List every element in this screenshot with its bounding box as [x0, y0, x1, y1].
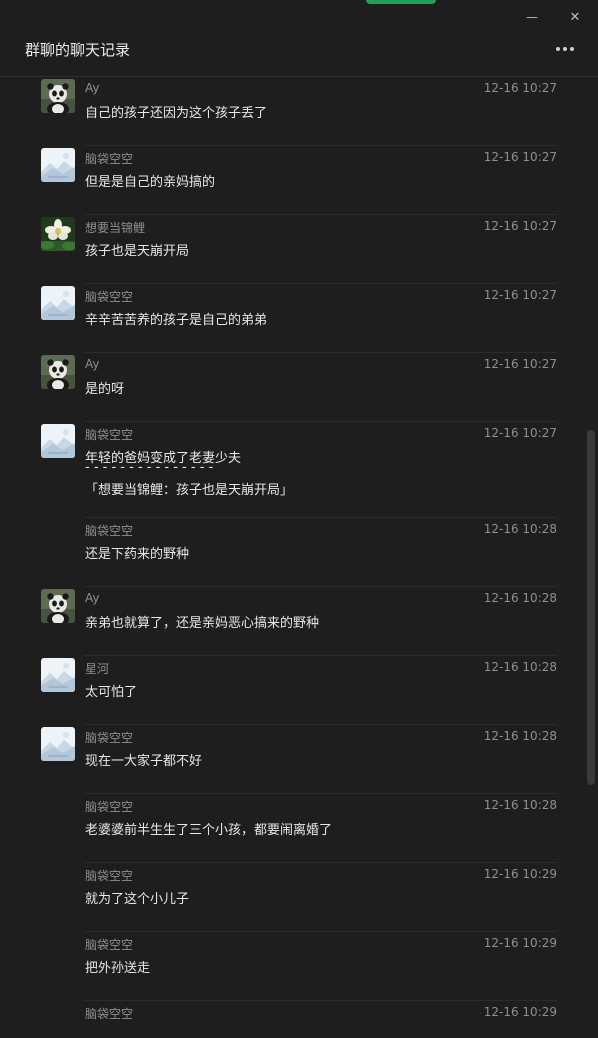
- message-item[interactable]: 脑袋空空 12-16 10:27 但是是自己的亲妈搞的: [0, 145, 598, 215]
- message-text: 自己的孩子还因为这个孩子丢了: [85, 106, 268, 121]
- message-timestamp: 12-16 10:28: [483, 660, 557, 674]
- message-divider: [85, 1000, 557, 1001]
- message-divider: [85, 862, 557, 863]
- message-item[interactable]: Ay 12-16 10:28 亲弟也就算了，还是亲妈恶心搞来的野种: [0, 586, 598, 656]
- minimize-button[interactable]: —: [520, 6, 544, 28]
- quote-separator: - - - - - - - - - - - - - - -: [85, 460, 214, 475]
- message-divider: [85, 283, 557, 284]
- sender-name: 脑袋空空: [85, 290, 134, 304]
- sender-name: 脑袋空空: [85, 1007, 134, 1021]
- minimize-icon: —: [526, 10, 538, 24]
- message-text: 老婆婆前半生生了三个小孩，都要闹离婚了: [85, 823, 333, 838]
- message-list[interactable]: Ay 12-16 10:27 自己的孩子还因为这个孩子丢了 脑袋空空 12-16 10:…: [0, 77, 598, 1038]
- message-item[interactable]: Ay 12-16 10:27 自己的孩子还因为这个孩子丢了: [0, 77, 598, 146]
- message-text: 孩子也是天崩开局: [85, 244, 190, 259]
- message-text: 但是是自己的亲妈搞的: [85, 175, 216, 190]
- message-divider: [85, 145, 557, 146]
- sender-name: 脑袋空空: [85, 938, 134, 952]
- message-divider: [85, 586, 557, 587]
- avatar[interactable]: [41, 589, 75, 623]
- message-item[interactable]: 脑袋空空 12-16 10:27 辛辛苦苦养的孩子是自己的弟弟: [0, 283, 598, 353]
- message-timestamp: 12-16 10:27: [483, 357, 557, 371]
- message-timestamp: 12-16 10:27: [483, 81, 557, 95]
- avatar[interactable]: [41, 217, 75, 251]
- sender-name: Ay: [85, 357, 100, 371]
- message-timestamp: 12-16 10:27: [483, 150, 557, 164]
- message-text: 辛辛苦苦养的孩子是自己的弟弟: [85, 313, 268, 328]
- message-text: 把外孙送走: [85, 961, 151, 976]
- avatar[interactable]: [41, 424, 75, 458]
- message-timestamp: 12-16 10:29: [483, 936, 557, 950]
- more-icon: [556, 47, 574, 51]
- message-text: 太可怕了: [85, 685, 138, 700]
- sender-name: 脑袋空空: [85, 428, 134, 442]
- message-timestamp: 12-16 10:28: [483, 591, 557, 605]
- message-item[interactable]: 脑袋空空 12-16 10:28 还是下药来的野种: [0, 517, 598, 587]
- message-divider: [85, 724, 557, 725]
- message-timestamp: 12-16 10:29: [483, 1005, 557, 1019]
- message-item[interactable]: 脑袋空空 12-16 10:29 就为了这个小儿子: [0, 862, 598, 932]
- close-icon: ✕: [569, 9, 581, 25]
- sender-name: 想要当锦鲤: [85, 221, 146, 235]
- sender-name: 脑袋空空: [85, 731, 134, 745]
- avatar[interactable]: [41, 727, 75, 761]
- sender-name: Ay: [85, 591, 100, 605]
- message-divider: [85, 421, 557, 422]
- message-item[interactable]: 脑袋空空 12-16 10:28 现在一大家子都不好: [0, 724, 598, 794]
- sender-name: 星河: [85, 662, 110, 676]
- message-divider: [85, 655, 557, 656]
- message-text: 现在一大家子都不好: [85, 754, 203, 769]
- message-timestamp: 12-16 10:27: [483, 219, 557, 233]
- sender-name: Ay: [85, 81, 100, 95]
- message-text: 还是下药来的野种: [85, 547, 190, 562]
- sender-name: 脑袋空空: [85, 524, 134, 538]
- avatar[interactable]: [41, 79, 75, 113]
- avatar[interactable]: [41, 658, 75, 692]
- message-text: 就为了这个小儿子: [85, 892, 190, 907]
- avatar[interactable]: [41, 355, 75, 389]
- message-item[interactable]: 脑袋空空 12-16 10:29 把外孙送走: [0, 931, 598, 1001]
- message-divider: [85, 517, 557, 518]
- avatar[interactable]: [41, 286, 75, 320]
- message-item[interactable]: 想要当锦鲤 12-16 10:27 孩子也是天崩开局: [0, 214, 598, 284]
- sender-name: 脑袋空空: [85, 800, 134, 814]
- message-text: 亲弟也就算了，还是亲妈恶心搞来的野种: [85, 616, 320, 631]
- message-timestamp: 12-16 10:28: [483, 729, 557, 743]
- message-item[interactable]: 脑袋空空 12-16 10:27 年轻的爸妈变成了老妻少夫 - - - - - - -…: [0, 421, 598, 498]
- message-item[interactable]: Ay 12-16 10:27 是的呀: [0, 352, 598, 422]
- chat-history-window: — ✕ 群聊的聊天记录 Ay 12-16 10:27 自己的孩子还因为这个孩子丢了脑…: [0, 0, 598, 1038]
- message-timestamp: 12-16 10:27: [483, 288, 557, 302]
- quoted-message: 「想要当锦鲤：孩子也是天崩开局」: [85, 483, 294, 498]
- page-title: 群聊的聊天记录: [25, 41, 131, 59]
- more-options-button[interactable]: [552, 38, 578, 60]
- message-timestamp: 12-16 10:27: [483, 426, 557, 440]
- scrollbar-thumb[interactable]: [587, 430, 595, 785]
- message-divider: [85, 352, 557, 353]
- sender-name: 脑袋空空: [85, 152, 134, 166]
- message-text: 是的呀: [85, 382, 125, 397]
- message-divider: [85, 931, 557, 932]
- close-button[interactable]: ✕: [563, 6, 587, 28]
- message-item[interactable]: 星河 12-16 10:28 太可怕了: [0, 655, 598, 725]
- message-item[interactable]: 脑袋空空 12-16 10:28 老婆婆前半生生了三个小孩，都要闹离婚了: [0, 793, 598, 863]
- message-divider: [85, 793, 557, 794]
- sender-name: 脑袋空空: [85, 869, 134, 883]
- chat-header: 群聊的聊天记录: [0, 28, 598, 77]
- message-timestamp: 12-16 10:29: [483, 867, 557, 881]
- message-divider: [85, 214, 557, 215]
- message-item[interactable]: 脑袋空空 12-16 10:29: [0, 1000, 598, 1038]
- message-timestamp: 12-16 10:28: [483, 522, 557, 536]
- message-timestamp: 12-16 10:28: [483, 798, 557, 812]
- top-accent-bar: [366, 0, 436, 4]
- avatar[interactable]: [41, 148, 75, 182]
